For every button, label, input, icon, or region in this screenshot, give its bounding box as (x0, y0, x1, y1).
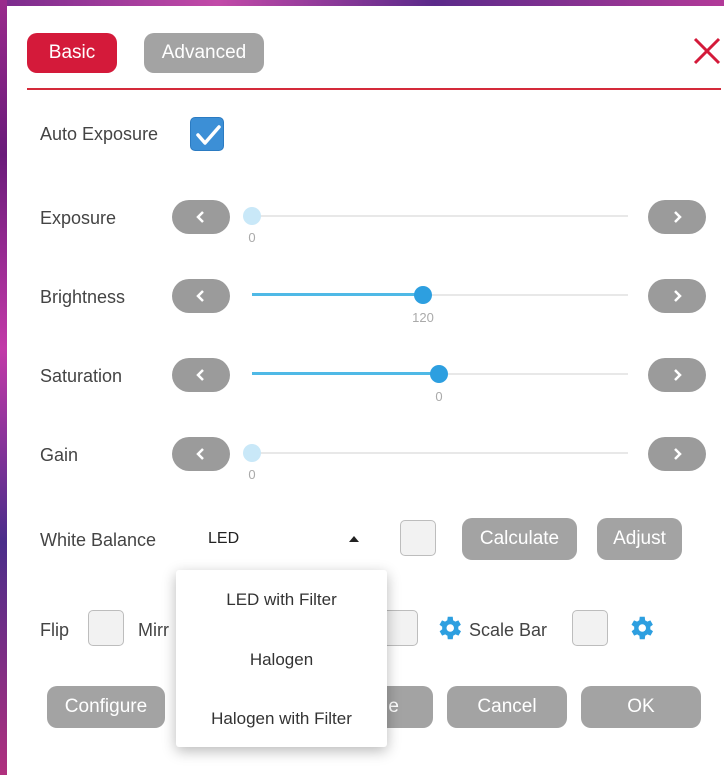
partially-hidden-checkbox[interactable] (382, 610, 418, 646)
flip-checkbox[interactable] (88, 610, 124, 646)
chevron-right-icon (674, 290, 682, 302)
brightness-increase-button[interactable] (648, 279, 706, 313)
chevron-left-icon (196, 290, 204, 302)
white-balance-select[interactable]: LED (205, 520, 367, 558)
saturation-value: 0 (435, 389, 443, 404)
gain-slider-track[interactable] (252, 452, 628, 454)
brightness-slider-fill (252, 293, 422, 296)
calculate-button[interactable]: Calculate (462, 518, 577, 560)
close-icon[interactable] (690, 33, 724, 71)
white-balance-checkbox[interactable] (400, 520, 436, 556)
white-balance-selected-value: LED (208, 530, 240, 547)
brightness-label: Brightness (40, 287, 126, 307)
exposure-label: Exposure (40, 208, 117, 228)
exposure-decrease-button[interactable] (172, 200, 230, 234)
gain-decrease-button[interactable] (172, 437, 230, 471)
chevron-left-icon (196, 211, 204, 223)
brightness-slider-thumb[interactable] (414, 286, 432, 304)
saturation-label: Saturation (40, 366, 123, 386)
dropdown-option-halogen-with-filter[interactable]: Halogen with Filter (176, 709, 387, 729)
caret-up-icon (349, 536, 359, 542)
saturation-slider-thumb[interactable] (430, 365, 448, 383)
tab-advanced[interactable]: Advanced (144, 33, 264, 73)
mirror-label: Mirr (138, 620, 169, 640)
brightness-value: 120 (412, 310, 434, 325)
adjust-button[interactable]: Adjust (597, 518, 682, 560)
background-edge-top (0, 0, 724, 6)
gear-icon[interactable] (434, 613, 464, 643)
gain-slider-thumb[interactable] (243, 444, 261, 462)
background-edge-left (0, 0, 7, 775)
tab-basic[interactable]: Basic (27, 33, 117, 73)
gain-increase-button[interactable] (648, 437, 706, 471)
checkmark-icon (196, 125, 221, 145)
scale-bar-label: Scale Bar (469, 620, 548, 640)
exposure-value: 0 (248, 230, 256, 245)
saturation-slider-fill (252, 372, 438, 375)
chevron-right-icon (674, 211, 682, 223)
dropdown-option-led-with-filter[interactable]: LED with Filter (176, 590, 387, 610)
exposure-increase-button[interactable] (648, 200, 706, 234)
auto-exposure-label: Auto Exposure (40, 124, 159, 144)
saturation-decrease-button[interactable] (172, 358, 230, 392)
ok-button[interactable]: OK (581, 686, 701, 728)
white-balance-dropdown-menu: LED with Filter Halogen Halogen with Fil… (176, 570, 387, 747)
chevron-right-icon (674, 369, 682, 381)
auto-exposure-checkbox[interactable] (190, 117, 224, 151)
dropdown-option-halogen[interactable]: Halogen (176, 650, 387, 670)
white-balance-label: White Balance (40, 530, 157, 550)
configure-button[interactable]: Configure (47, 686, 165, 728)
exposure-slider-track[interactable] (252, 215, 628, 217)
chevron-left-icon (196, 448, 204, 460)
chevron-left-icon (196, 369, 204, 381)
header-divider (27, 88, 721, 90)
chevron-right-icon (674, 448, 682, 460)
flip-label: Flip (40, 620, 70, 640)
saturation-increase-button[interactable] (648, 358, 706, 392)
scale-bar-checkbox[interactable] (572, 610, 608, 646)
gain-value: 0 (248, 467, 256, 482)
cancel-button[interactable]: Cancel (447, 686, 567, 728)
gain-label: Gain (40, 445, 79, 465)
exposure-slider-thumb[interactable] (243, 207, 261, 225)
brightness-decrease-button[interactable] (172, 279, 230, 313)
gear-icon[interactable] (626, 613, 656, 643)
